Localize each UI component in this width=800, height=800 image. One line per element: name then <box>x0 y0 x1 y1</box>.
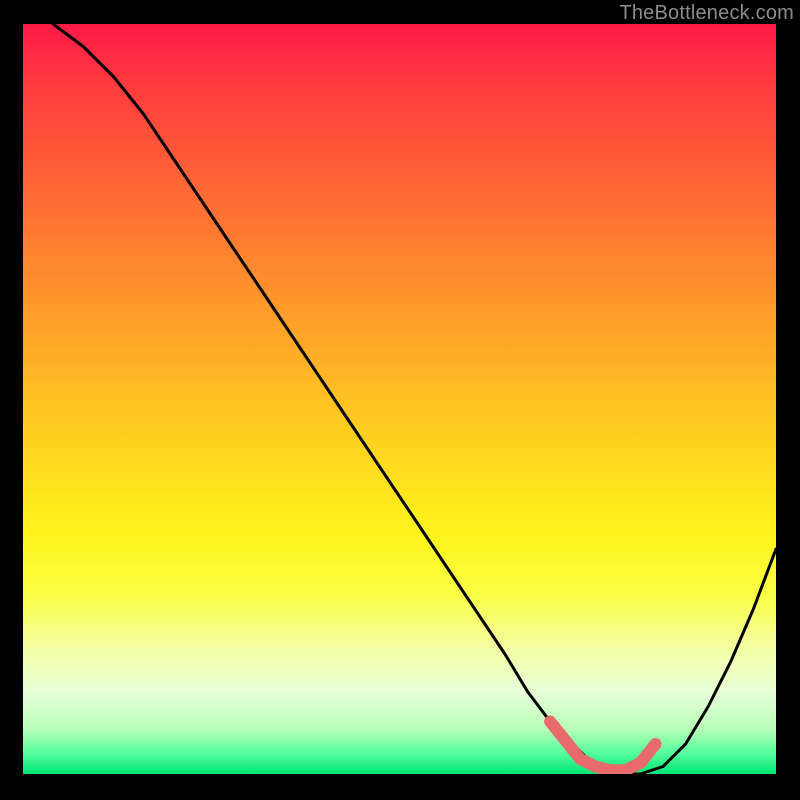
chart-frame: TheBottleneck.com <box>0 0 800 800</box>
chart-plot-area <box>23 24 776 774</box>
flat-bottom-highlight-line <box>550 722 655 771</box>
chart-svg <box>23 24 776 774</box>
watermark-text: TheBottleneck.com <box>619 2 794 25</box>
bottleneck-curve-line <box>53 24 776 774</box>
